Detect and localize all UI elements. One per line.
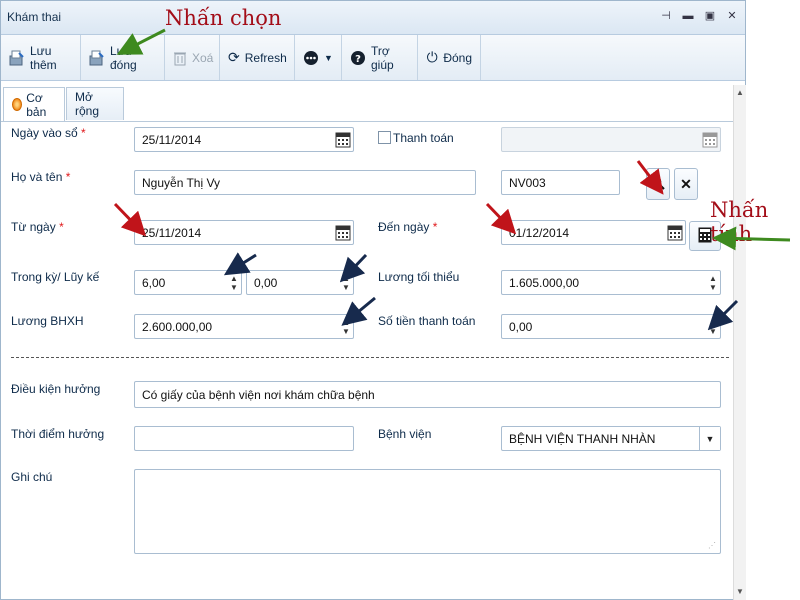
den-ngay-value: 01/12/2014 — [509, 225, 570, 240]
luong-bhxh-label: Lương BHXH — [11, 314, 84, 328]
employee-code-field[interactable]: NV003 — [501, 170, 620, 195]
more-menu-button[interactable]: ▼ — [295, 35, 342, 80]
den-ngay-label: Đến ngày * — [378, 220, 438, 234]
ho-va-ten-label: Họ và tên * — [11, 170, 71, 184]
vertical-scrollbar[interactable]: ▲ ▼ — [733, 85, 746, 600]
scroll-up-icon[interactable]: ▲ — [734, 87, 746, 99]
section-divider — [11, 357, 729, 358]
calendar-icon[interactable] — [667, 224, 683, 241]
thoi-diem-huong-label: Thời điểm hưởng — [11, 427, 105, 441]
luy-ke-value: 0,00 — [254, 275, 278, 290]
xoa-label: Xoá — [192, 50, 214, 65]
ho-va-ten-field[interactable]: Nguyễn Thị Vy — [134, 170, 476, 195]
nhan-tinh-note: Nhấn tính — [710, 198, 769, 246]
active-tab-icon — [12, 98, 23, 111]
luu-them-label: Lưu thêm — [30, 43, 57, 72]
tro-giup-button[interactable]: ? Trợ giúp — [342, 35, 418, 80]
tu-ngay-label: Từ ngày * — [11, 220, 64, 234]
luong-toi-thieu-label: Lương tối thiểu — [378, 270, 460, 284]
benh-vien-value: BỆNH VIỆN THANH NHÀN — [509, 431, 656, 446]
luong-bhxh-field[interactable]: 2.600.000,00 ▲ ▼ — [134, 314, 354, 339]
dong-button[interactable]: ⏻ Đóng — [418, 35, 481, 80]
thanh-toan-label: Thanh toán — [393, 131, 454, 145]
so-tien-thanh-toan-field[interactable]: 0,00 ▲ ▼ — [501, 314, 721, 339]
trong-ky-label: Trong kỳ/ Lũy kế — [11, 270, 100, 284]
luy-ke-field[interactable]: 0,00 ▲ ▼ — [246, 270, 354, 295]
luong-toi-thieu-value: 1.605.000,00 — [509, 275, 580, 290]
ngay-vao-so-field[interactable]: 25/11/2014 — [134, 127, 354, 152]
search-icon — [651, 176, 665, 193]
ngay-vao-so-value: 25/11/2014 — [142, 132, 202, 147]
ngay-vao-so-label: Ngày vào sổ * — [11, 126, 86, 140]
ho-va-ten-value: Nguyễn Thị Vy — [142, 175, 221, 190]
tab-strip: Cơ bản Mở rộng — [1, 85, 745, 122]
tab-co-ban-label: Cơ bản — [26, 90, 47, 119]
refresh-label: Refresh — [244, 50, 287, 65]
tu-ngay-field[interactable]: 25/11/2014 — [134, 220, 354, 245]
trong-ky-field[interactable]: 6,00 ▲ ▼ — [134, 270, 242, 295]
help-icon: ? — [350, 50, 366, 66]
tab-co-ban[interactable]: Cơ bản — [3, 87, 65, 121]
tro-giup-label: Trợ giúp — [371, 43, 394, 72]
spinner-icon[interactable]: ▲ ▼ — [341, 317, 351, 336]
benh-vien-label: Bệnh viện — [378, 427, 432, 441]
dong-label: Đóng — [443, 50, 472, 65]
dieu-kien-huong-label: Điều kiện hưởng — [11, 382, 101, 396]
save-close-icon — [89, 50, 105, 66]
thanh-toan-date-field — [501, 127, 721, 152]
calendar-icon[interactable] — [335, 131, 351, 148]
power-icon: ⏻ — [426, 49, 438, 65]
luu-them-button[interactable]: Lưu thêm — [1, 35, 81, 80]
so-tien-thanh-toan-label: Số tiền thanh toán — [378, 314, 476, 328]
den-ngay-field[interactable]: 01/12/2014 — [501, 220, 686, 245]
close-icon[interactable]: ✕ — [725, 9, 739, 23]
trong-ky-value: 6,00 — [142, 275, 166, 290]
dieu-kien-huong-value: Có giấy của bệnh viện nơi khám chữa bệnh — [142, 387, 375, 402]
so-tien-thanh-toan-value: 0,00 — [509, 319, 533, 334]
calendar-icon — [702, 132, 718, 148]
refresh-icon: ⟳ — [228, 49, 240, 65]
window-title: Khám thai — [7, 10, 62, 24]
ghi-chu-textarea[interactable]: ⋰ — [134, 469, 721, 554]
calendar-icon[interactable] — [335, 224, 351, 241]
clear-employee-button[interactable]: ✕ — [674, 168, 698, 200]
close-icon: ✕ — [680, 175, 692, 192]
spinner-icon[interactable]: ▲ ▼ — [229, 273, 239, 292]
chevron-down-icon: ▼ — [324, 52, 333, 63]
luu-dong-button[interactable]: Lưu đóng — [81, 35, 165, 80]
toolbar: Lưu thêm Lưu đóng Xoá ⟳ Refresh ▼ ? Trợ … — [1, 35, 745, 81]
thanh-toan-checkbox[interactable] — [378, 131, 391, 144]
minimize-icon[interactable]: ▬ — [681, 9, 695, 23]
refresh-button[interactable]: ⟳ Refresh — [220, 35, 295, 80]
luu-dong-label: Lưu đóng — [110, 43, 137, 72]
xoa-button[interactable]: Xoá — [165, 35, 220, 80]
benh-vien-select[interactable]: BỆNH VIỆN THANH NHÀN ▼ — [501, 426, 721, 451]
ghi-chu-label: Ghi chú — [11, 470, 53, 484]
employee-code-value: NV003 — [509, 175, 546, 190]
spinner-icon[interactable]: ▲ ▼ — [341, 273, 351, 292]
tab-mo-rong-label: Mở rộng — [75, 90, 100, 118]
save-add-icon — [9, 50, 25, 66]
spinner-icon[interactable]: ▲ ▼ — [708, 317, 718, 336]
svg-text:?: ? — [355, 54, 361, 65]
luong-toi-thieu-field[interactable]: 1.605.000,00 ▲ ▼ — [501, 270, 721, 295]
nhan-chon-note: Nhấn chọn — [165, 6, 282, 30]
pin-icon[interactable]: ⊣ — [659, 9, 673, 23]
thoi-diem-huong-field[interactable] — [134, 426, 354, 451]
trash-icon — [173, 50, 187, 66]
resize-grip-icon[interactable]: ⋰ — [708, 541, 716, 550]
window-controls: ⊣ ▬ ▣ ✕ — [659, 9, 739, 23]
more-icon — [303, 50, 319, 66]
kham-thai-window: Khám thai ⊣ ▬ ▣ ✕ Lưu thêm Lưu đóng Xoá — [0, 0, 746, 600]
scroll-down-icon[interactable]: ▼ — [734, 586, 746, 598]
luong-bhxh-value: 2.600.000,00 — [142, 319, 213, 334]
dieu-kien-huong-field[interactable]: Có giấy của bệnh viện nơi khám chữa bệnh — [134, 381, 721, 408]
chevron-down-icon[interactable]: ▼ — [699, 427, 720, 450]
maximize-icon[interactable]: ▣ — [703, 9, 717, 23]
tab-mo-rong[interactable]: Mở rộng — [66, 87, 124, 120]
tu-ngay-value: 25/11/2014 — [142, 225, 202, 240]
title-bar: Khám thai ⊣ ▬ ▣ ✕ — [1, 1, 745, 35]
search-employee-button[interactable] — [646, 168, 670, 200]
spinner-icon[interactable]: ▲ ▼ — [708, 273, 718, 292]
